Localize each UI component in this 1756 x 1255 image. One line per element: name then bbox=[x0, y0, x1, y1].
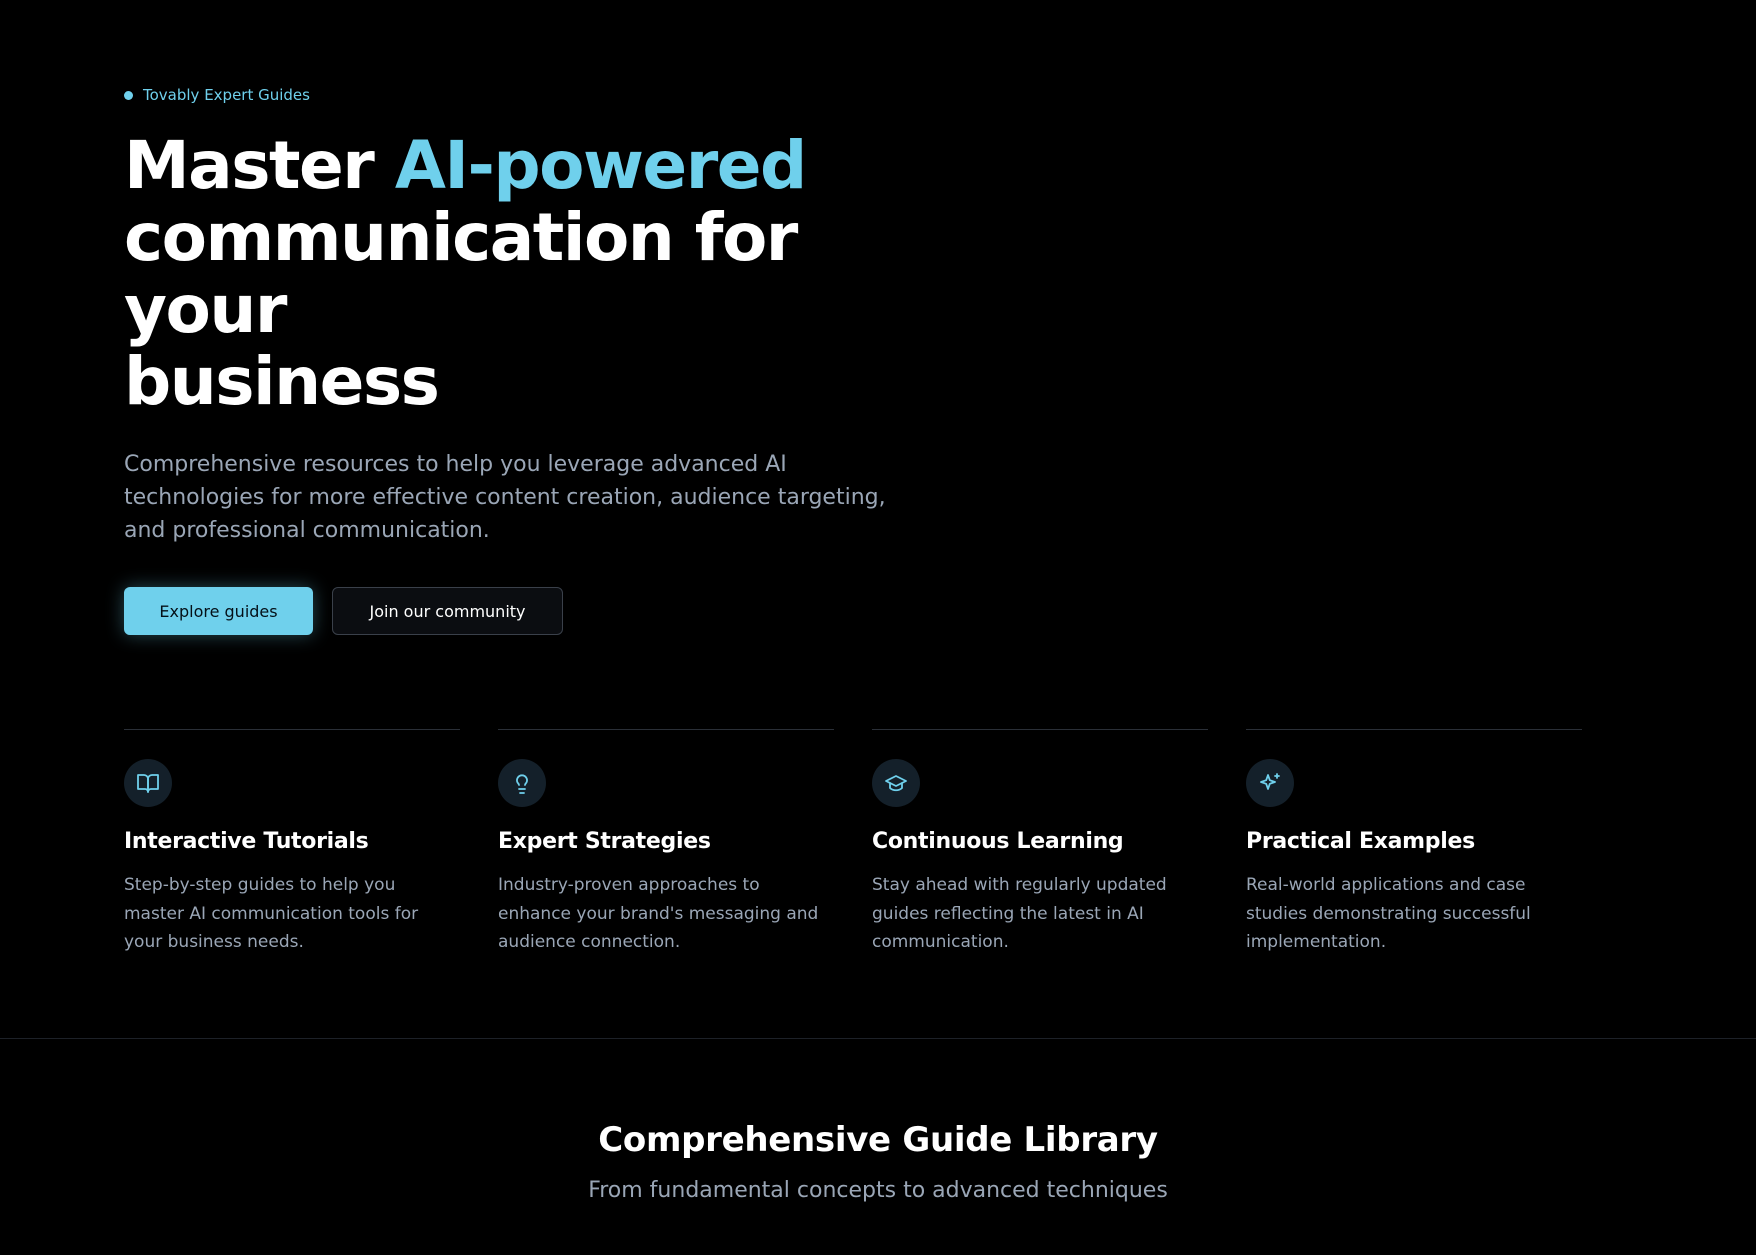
section-divider bbox=[0, 1038, 1756, 1039]
headline-accent: AI-powered bbox=[394, 127, 807, 204]
guide-library-section: Comprehensive Guide Library From fundame… bbox=[0, 1114, 1756, 1206]
headline-line-3: business bbox=[124, 343, 440, 420]
feature-card-interactive-tutorials: Interactive Tutorials Step-by-step guide… bbox=[124, 729, 460, 957]
feature-title: Continuous Learning bbox=[872, 829, 1124, 854]
eyebrow-label: Tovably Expert Guides bbox=[143, 86, 310, 104]
hero-headline: Master AI-powered communication for your… bbox=[124, 130, 924, 418]
book-open-icon bbox=[124, 759, 172, 807]
hero-actions: Explore guides Join our community bbox=[124, 587, 924, 635]
library-title: Comprehensive Guide Library bbox=[598, 1120, 1158, 1160]
feature-description: Real-world applications and case studies… bbox=[1246, 875, 1531, 952]
headline-prefix: Master bbox=[124, 127, 395, 204]
feature-title: Practical Examples bbox=[1246, 829, 1475, 854]
graduation-cap-icon bbox=[872, 759, 920, 807]
join-community-button[interactable]: Join our community bbox=[332, 587, 563, 635]
hero-subtitle: Comprehensive resources to help you leve… bbox=[124, 452, 886, 543]
feature-card-continuous-learning: Continuous Learning Stay ahead with regu… bbox=[872, 729, 1208, 957]
feature-card-expert-strategies: Expert Strategies Industry-proven approa… bbox=[498, 729, 834, 957]
feature-card-practical-examples: Practical Examples Real-world applicatio… bbox=[1246, 729, 1582, 957]
sparkles-icon bbox=[1246, 759, 1294, 807]
feature-title: Expert Strategies bbox=[498, 829, 711, 854]
library-subtitle: From fundamental concepts to advanced te… bbox=[588, 1178, 1168, 1203]
hero-eyebrow: Tovably Expert Guides bbox=[124, 84, 924, 106]
headline-line-2: communication for your bbox=[124, 199, 798, 348]
hero-section: Tovably Expert Guides Master AI-powered … bbox=[124, 84, 924, 635]
lightbulb-icon bbox=[498, 759, 546, 807]
features-grid: Interactive Tutorials Step-by-step guide… bbox=[124, 729, 1582, 957]
feature-description: Stay ahead with regularly updated guides… bbox=[872, 875, 1167, 952]
feature-description: Industry-proven approaches to enhance yo… bbox=[498, 875, 819, 952]
explore-guides-button[interactable]: Explore guides bbox=[124, 587, 313, 635]
feature-title: Interactive Tutorials bbox=[124, 829, 369, 854]
feature-description: Step-by-step guides to help you master A… bbox=[124, 875, 419, 952]
eyebrow-dot-icon bbox=[124, 90, 133, 100]
page: Tovably Expert Guides Master AI-powered … bbox=[0, 0, 1756, 1255]
